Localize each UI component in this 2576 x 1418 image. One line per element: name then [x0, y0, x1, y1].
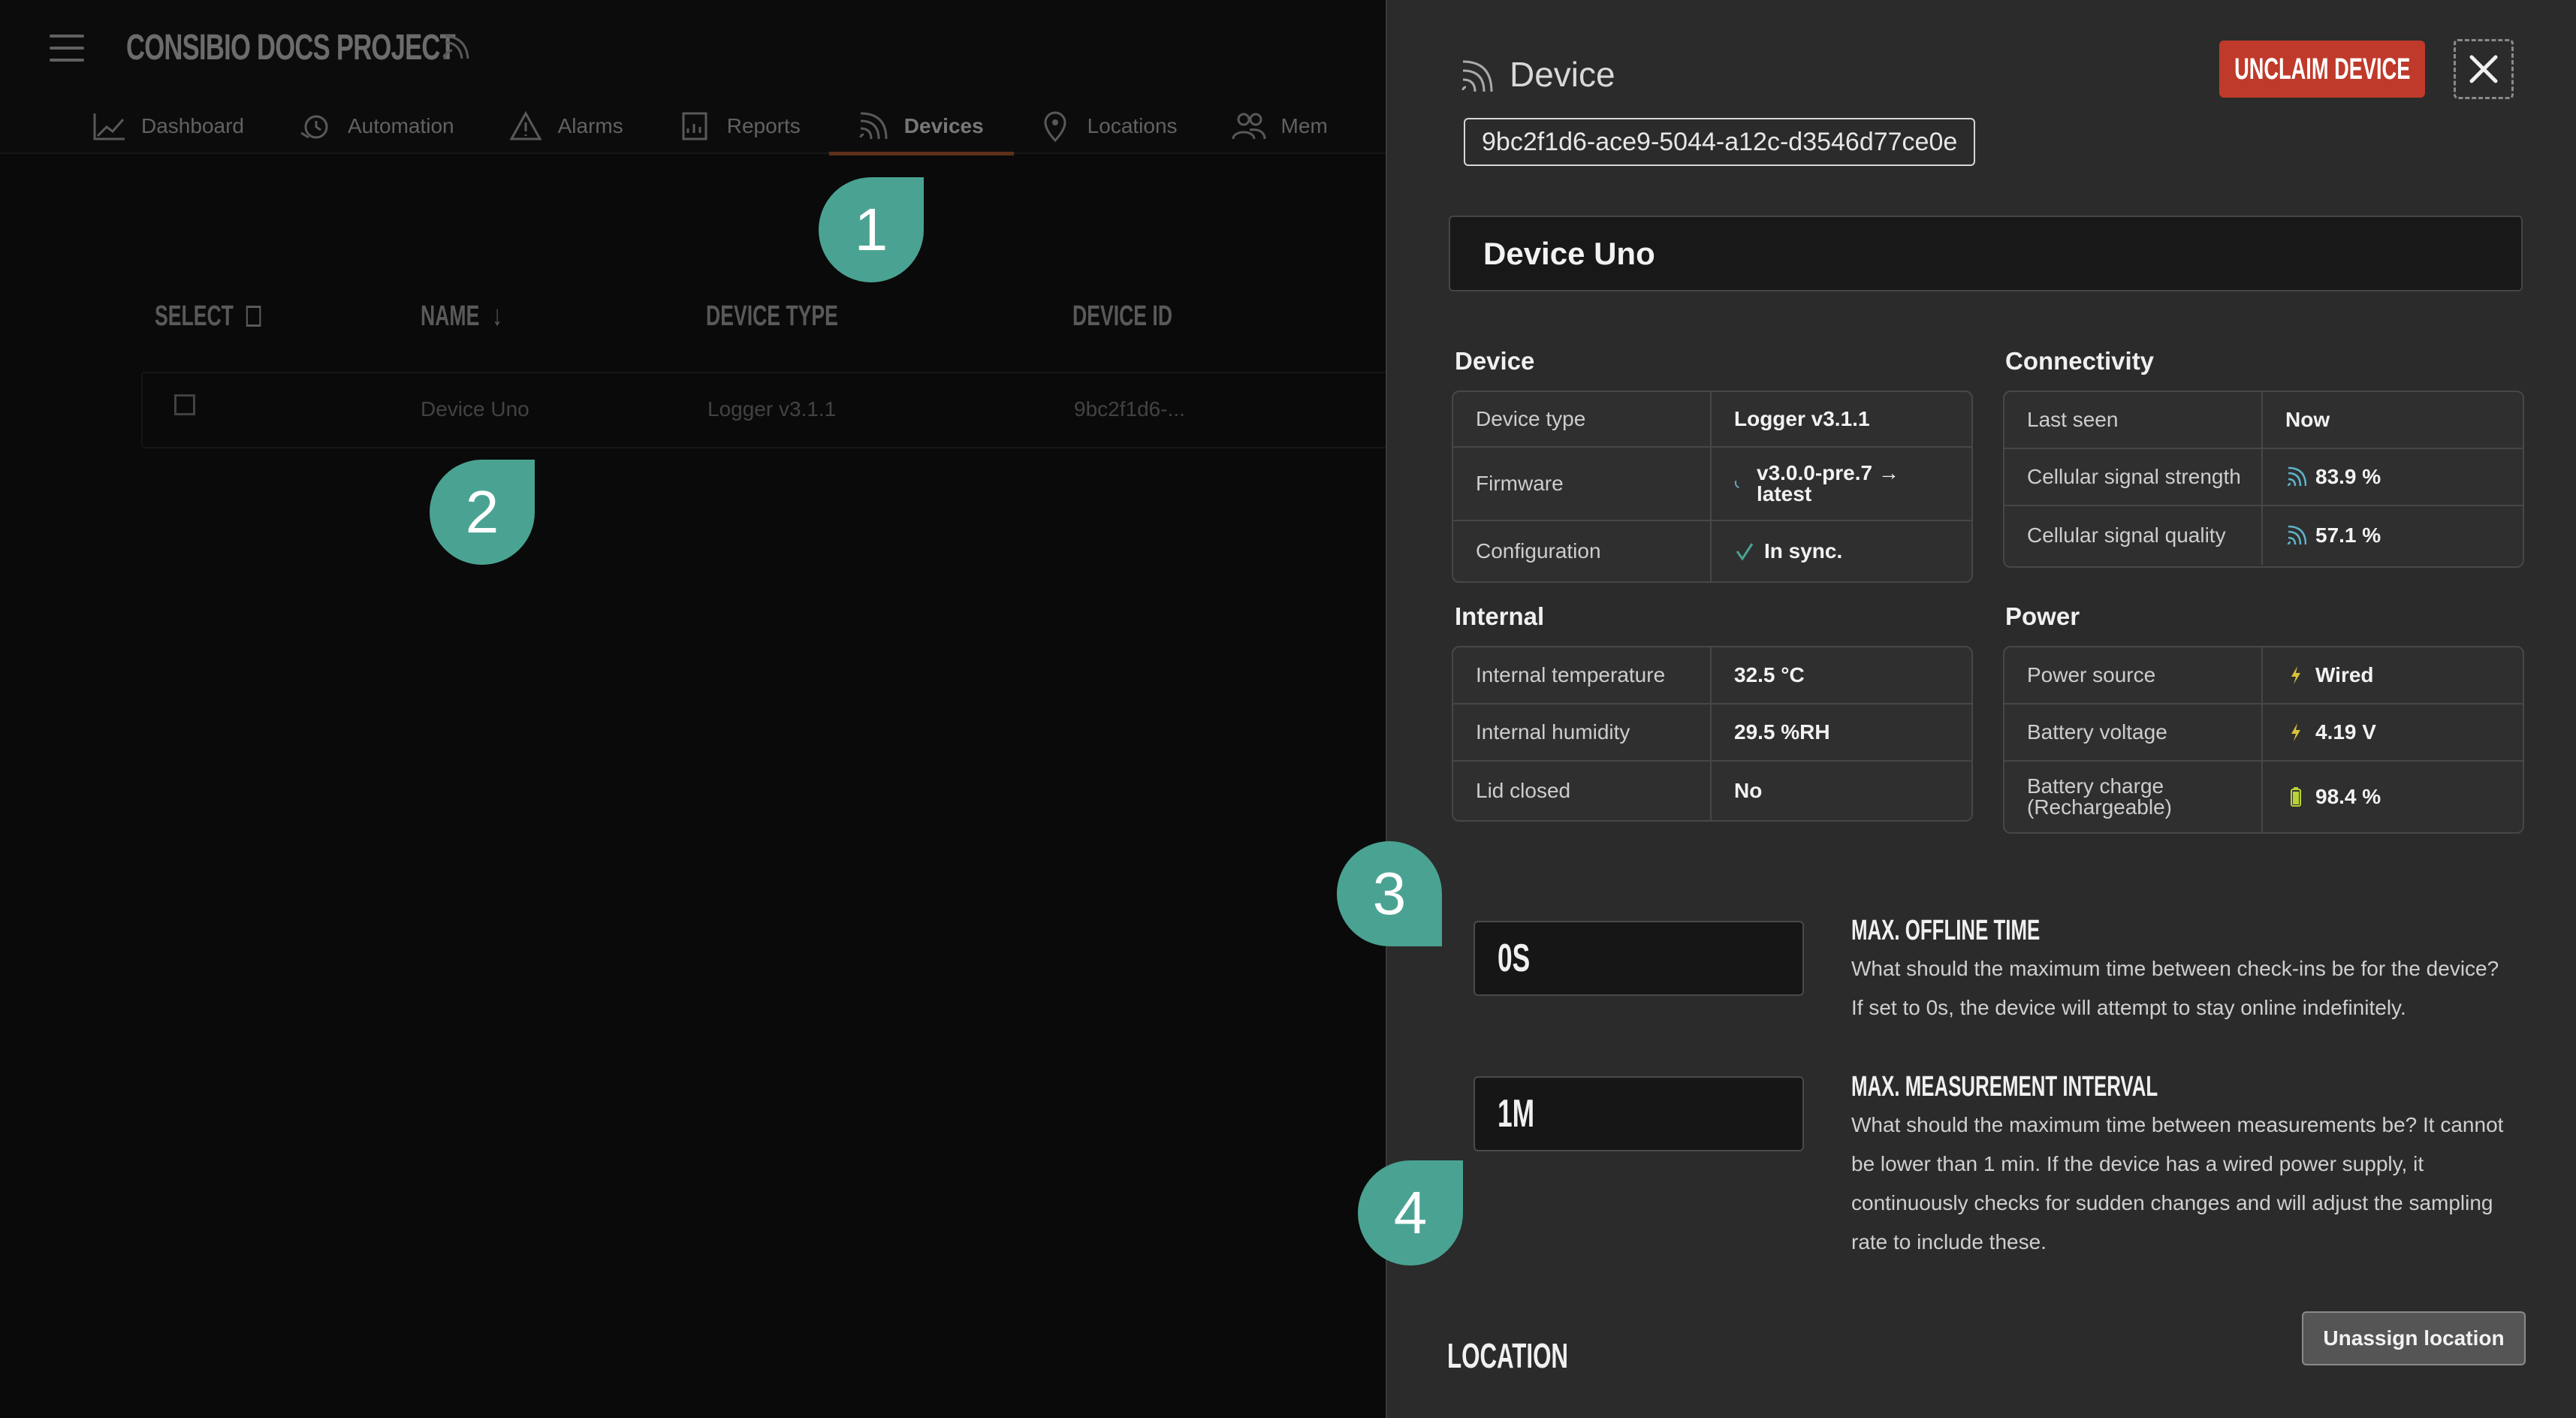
tab-label: Reports: [726, 113, 801, 137]
location-pin-icon: [1044, 111, 1066, 142]
close-button[interactable]: [2454, 39, 2514, 99]
tab-alarms[interactable]: Alarms: [505, 98, 638, 154]
row-checkbox[interactable]: [174, 394, 195, 415]
info-row: Configuration In sync.: [1453, 521, 1971, 581]
table-row[interactable]: Device Uno Logger v3.1.1 9bc2f1d6-...: [141, 372, 1386, 448]
automation-icon: [300, 115, 328, 138]
close-icon: [2469, 55, 2498, 83]
max-measurement-interval-description: What should the maximum time between mea…: [1851, 1113, 2504, 1254]
info-row: Last seen Now: [2004, 392, 2523, 449]
tab-label: Alarms: [557, 113, 623, 137]
bolt-icon: [2291, 666, 2300, 684]
max-measurement-interval-input[interactable]: 1M: [1474, 1076, 1804, 1151]
info-row: Internal humidity 29.5 %RH: [1453, 704, 1971, 762]
section-title-device: Device: [1455, 347, 1535, 375]
chart-icon: [93, 113, 125, 140]
signal-icon: [442, 35, 469, 60]
max-offline-time-input[interactable]: 0S: [1474, 921, 1804, 996]
unassign-location-button[interactable]: Unassign location: [2302, 1311, 2526, 1365]
section-title-connectivity: Connectivity: [2005, 347, 2155, 375]
max-offline-time-title: MAX. OFFLINE TIME: [1851, 915, 2041, 946]
info-row: Battery voltage 4.19 V: [2004, 704, 2523, 762]
info-row: Lid closed No: [1453, 762, 1971, 820]
battery-icon: [2291, 787, 2301, 807]
tab-devices[interactable]: Devices: [828, 98, 1014, 155]
section-title-power: Power: [2005, 602, 2080, 630]
info-row: Internal temperature 32.5 °C: [1453, 647, 1971, 704]
loading-spinner-icon: [1734, 480, 1739, 489]
cell-device-id: 9bc2f1d6-...: [1074, 397, 1185, 421]
report-icon: [682, 112, 707, 140]
device-drawer: Device 9bc2f1d6-ace9-5044-a12c-d3546d77c…: [1386, 0, 2576, 1418]
tab-reports[interactable]: Reports: [674, 98, 816, 154]
max-offline-time-description: What should the maximum time between che…: [1851, 957, 2499, 1019]
devices-table-header: SELECT NAME ↓ DEVICE TYPE DEVICE ID: [141, 300, 1386, 345]
tab-label: Dashboard: [141, 113, 244, 137]
signal-icon: [2287, 466, 2306, 487]
info-row: Device type Logger v3.1.1: [1453, 392, 1971, 448]
location-section-title: LOCATION: [1447, 1336, 1569, 1375]
internal-info-box: Internal temperature 32.5 °C Internal hu…: [1452, 646, 1973, 822]
sort-arrow-icon: ↓: [492, 300, 502, 332]
bolt-icon: [2291, 723, 2300, 741]
signal-icon: [1461, 60, 1493, 92]
device-info-box: Device type Logger v3.1.1 Firmware v3.0.…: [1452, 391, 1973, 583]
tab-label: Locations: [1087, 113, 1178, 137]
cell-name: Device Uno: [421, 397, 529, 421]
callout-marker-1: 1: [819, 177, 924, 282]
section-title-internal: Internal: [1455, 602, 1545, 630]
column-select[interactable]: SELECT: [155, 300, 261, 333]
tab-label: Mem: [1280, 113, 1328, 137]
hamburger-menu-icon[interactable]: [50, 35, 84, 65]
check-icon: [1736, 543, 1754, 561]
info-row: Cellular signal strength 83.9 %: [2004, 449, 2523, 506]
tab-label: Automation: [347, 113, 454, 137]
top-bar: CONSIBIO DOCS PROJECT Dashboard Automati…: [0, 0, 1386, 155]
signal-icon: [2287, 525, 2306, 545]
column-device-id[interactable]: DEVICE ID: [1072, 300, 1172, 333]
select-all-checkbox[interactable]: [246, 306, 261, 327]
tab-dashboard[interactable]: Dashboard: [89, 98, 259, 154]
main-nav: Dashboard Automation Alarms Reports Devi…: [89, 98, 1379, 155]
members-icon: [1232, 113, 1266, 139]
info-row: Battery charge (Rechargeable) 98.4 %: [2004, 762, 2523, 832]
app-background: CONSIBIO DOCS PROJECT Dashboard Automati…: [0, 0, 1386, 1418]
info-row: Firmware v3.0.0-pre.7 → latest: [1453, 448, 1971, 521]
column-device-type[interactable]: DEVICE TYPE: [706, 300, 838, 333]
tab-label: Devices: [903, 113, 984, 137]
signal-icon: [859, 112, 888, 139]
cell-device-type: Logger v3.1.1: [707, 397, 837, 421]
tab-locations[interactable]: Locations: [1035, 98, 1193, 154]
drawer-title: Device: [1510, 55, 1615, 94]
power-info-box: Power source Wired Battery voltage 4.19 …: [2003, 646, 2524, 834]
tab-members[interactable]: Mem: [1229, 98, 1343, 154]
project-title: CONSIBIO DOCS PROJECT: [126, 28, 456, 68]
info-row: Power source Wired: [2004, 647, 2523, 704]
callout-marker-4: 4: [1358, 1160, 1463, 1266]
callout-marker-3: 3: [1337, 841, 1442, 946]
tab-automation[interactable]: Automation: [295, 98, 469, 154]
info-row: Cellular signal quality 57.1 %: [2004, 506, 2523, 565]
column-name[interactable]: NAME ↓: [421, 300, 502, 333]
max-measurement-interval-title: MAX. MEASUREMENT INTERVAL: [1851, 1071, 2158, 1103]
device-id-chip[interactable]: 9bc2f1d6-ace9-5044-a12c-d3546d77ce0e: [1464, 118, 1976, 166]
connectivity-info-box: Last seen Now Cellular signal strength 8…: [2003, 391, 2524, 568]
unclaim-device-button[interactable]: UNCLAIM DEVICE: [2219, 41, 2425, 98]
alert-icon: [509, 110, 542, 140]
callout-marker-2: 2: [430, 460, 535, 565]
device-name-input[interactable]: Device Uno: [1449, 216, 2523, 291]
